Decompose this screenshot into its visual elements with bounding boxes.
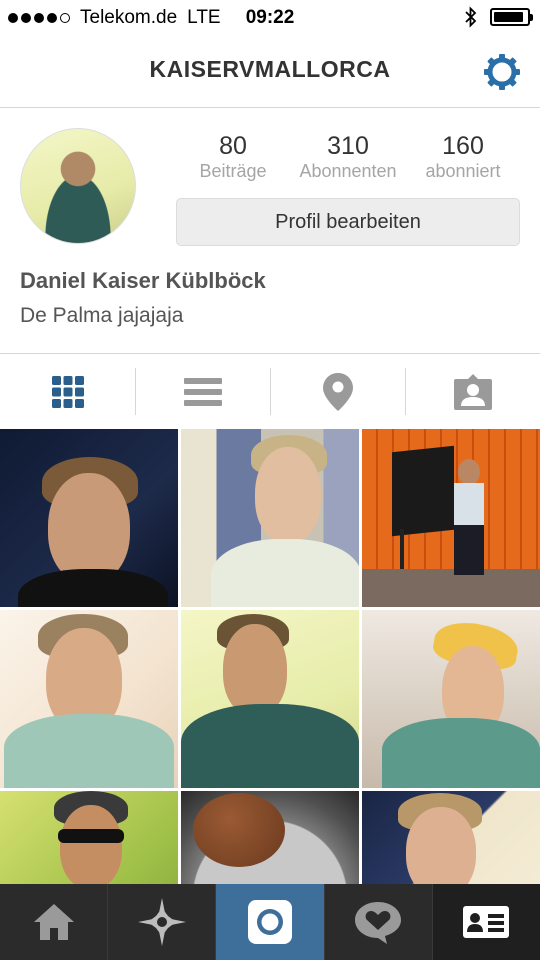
full-name: Daniel Kaiser Küblböck (20, 268, 266, 293)
profile-stats: 80 Beiträge 310 Abonnenten 160 abonniert (176, 132, 520, 182)
bluetooth-icon (465, 6, 477, 28)
posts-count: 80 (219, 132, 247, 160)
stat-followers[interactable]: 310 Abonnenten (291, 132, 405, 182)
photo-thumbnail[interactable] (0, 610, 178, 788)
tab-list[interactable] (135, 354, 270, 429)
list-icon (183, 377, 222, 406)
photo-thumbnail[interactable] (362, 610, 540, 788)
photo-thumbnail[interactable] (181, 610, 359, 788)
home-icon (33, 904, 74, 940)
clock: 09:22 (245, 7, 295, 28)
photo-thumbnail[interactable] (362, 429, 540, 607)
following-label: abonniert (425, 161, 501, 181)
nav-profile[interactable] (432, 884, 540, 960)
profile-avatar[interactable] (20, 128, 136, 244)
location-pin-icon (322, 372, 353, 411)
followers-count: 310 (327, 132, 369, 160)
battery-icon (490, 8, 533, 26)
status-right (464, 6, 533, 28)
nav-camera[interactable] (216, 884, 325, 960)
photo-thumbnail[interactable] (181, 791, 359, 884)
photo-grid (0, 429, 540, 884)
view-tabs (0, 353, 540, 429)
status-bar: Telekom.de LTE 09:22 (0, 0, 540, 36)
camera-icon (248, 900, 292, 944)
nav-home[interactable] (0, 884, 109, 960)
grid-icon (51, 375, 84, 408)
explore-star-icon (137, 898, 186, 946)
top-header: KAISERVMALLORCA (0, 36, 540, 108)
bio-text: De Palma jajajaja (20, 304, 184, 327)
settings-button[interactable] (482, 52, 522, 92)
tab-tagged[interactable] (405, 354, 540, 429)
tab-grid[interactable] (0, 354, 135, 429)
photo-thumbnail[interactable] (362, 791, 540, 884)
photo-thumbnail[interactable] (181, 429, 359, 607)
following-count: 160 (442, 132, 484, 160)
photo-thumbnail[interactable] (0, 429, 178, 607)
tagged-person-icon (453, 373, 492, 410)
activity-heart-icon (355, 902, 402, 944)
tab-location[interactable] (270, 354, 405, 429)
stat-following[interactable]: 160 abonniert (406, 132, 520, 182)
nav-explore[interactable] (108, 884, 217, 960)
posts-label: Beiträge (199, 161, 267, 181)
username-title: KAISERVMALLORCA (149, 56, 391, 82)
profile-card-icon (463, 906, 510, 938)
edit-profile-button[interactable]: Profil bearbeiten (176, 198, 520, 246)
followers-label: Abonnenten (299, 161, 397, 181)
gear-icon (484, 54, 520, 90)
photo-thumbnail[interactable] (0, 791, 178, 884)
nav-activity[interactable] (325, 884, 433, 960)
stat-posts[interactable]: 80 Beiträge (176, 132, 290, 182)
bottom-nav (0, 884, 540, 960)
